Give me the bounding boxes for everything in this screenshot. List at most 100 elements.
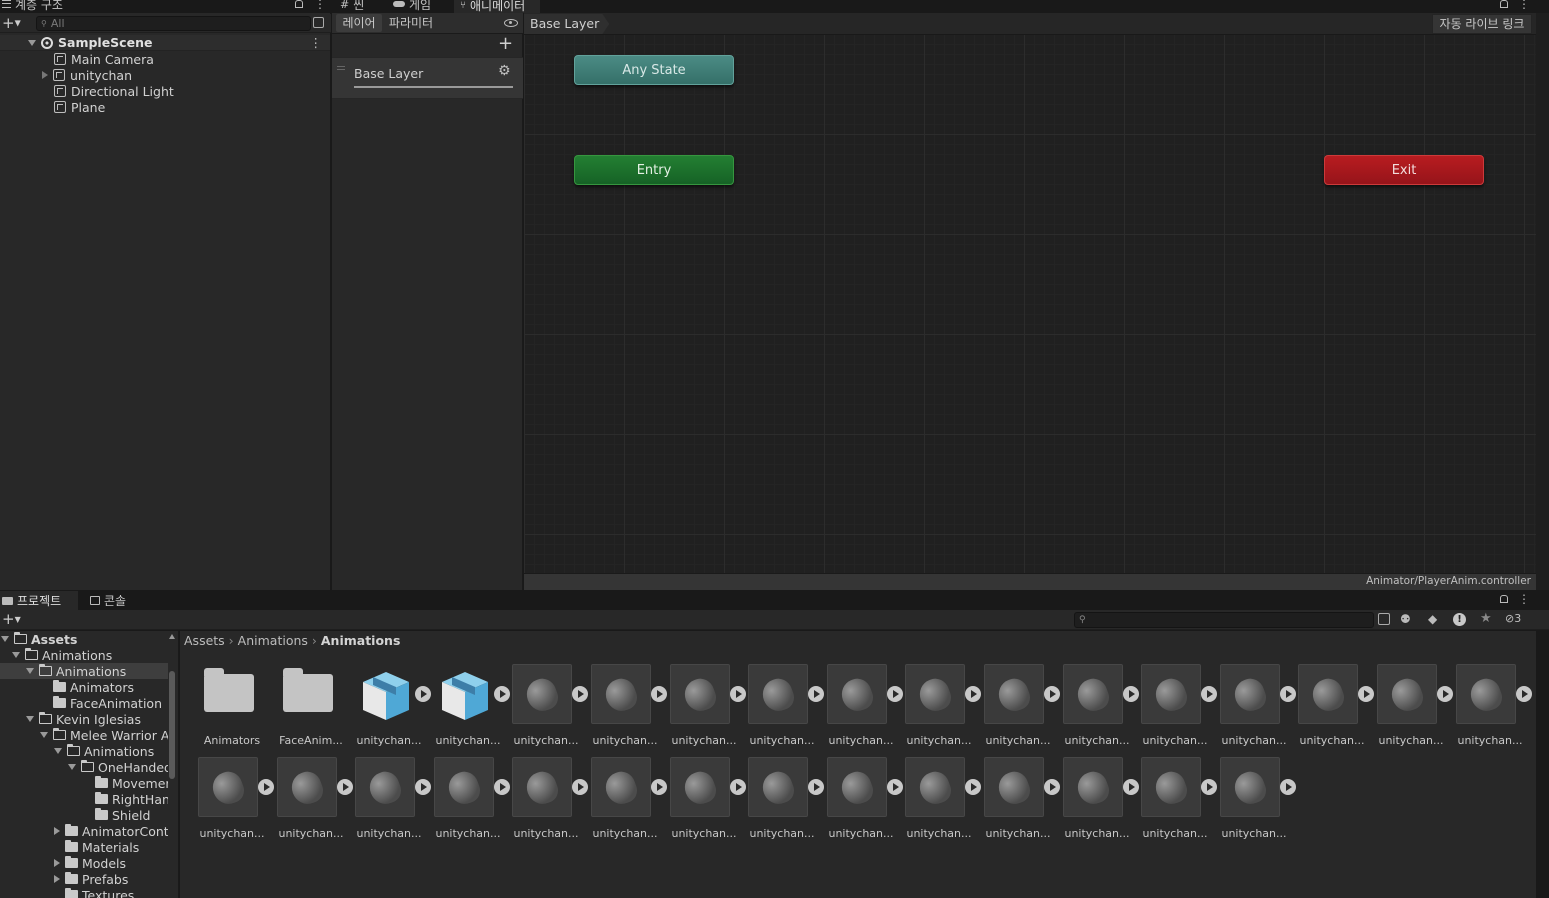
asset-item[interactable]: unitychan... [275, 757, 353, 843]
play-icon[interactable] [415, 686, 431, 702]
tree-item[interactable]: Textures [0, 887, 168, 898]
tree-item[interactable]: Animations [0, 647, 168, 663]
asset-item[interactable]: unitychan... [1061, 757, 1139, 843]
asset-item[interactable]: unitychan... [353, 664, 431, 750]
more-menu-icon[interactable]: ⋮ [1518, 0, 1530, 10]
tree-item[interactable]: Movemer [0, 775, 168, 791]
play-icon[interactable] [337, 779, 353, 795]
asset-item[interactable]: unitychan... [1296, 664, 1374, 750]
expand-arrow-icon[interactable] [26, 716, 34, 722]
search-by-type-icon[interactable] [1378, 613, 1390, 625]
play-icon[interactable] [494, 686, 510, 702]
tab-console[interactable]: 콘솔 [90, 591, 126, 610]
play-icon[interactable] [1044, 779, 1060, 795]
asset-item[interactable]: unitychan... [1061, 664, 1139, 750]
tree-item[interactable]: Prefabs [0, 871, 168, 887]
tree-item[interactable]: Kevin Iglesias [0, 711, 168, 727]
tab-hierarchy[interactable]: 계층 구조 [2, 0, 63, 12]
tree-item[interactable]: Animators [0, 679, 168, 695]
favorite-star-icon[interactable]: ★ [1480, 611, 1492, 626]
play-icon[interactable] [258, 779, 274, 795]
exit-node[interactable]: Exit [1324, 155, 1484, 185]
asset-item[interactable]: unitychan... [982, 664, 1060, 750]
tab-scene[interactable]: # 씬 [340, 0, 364, 12]
lock-icon[interactable] [1500, 595, 1508, 603]
expand-arrow-icon[interactable] [54, 827, 60, 835]
play-icon[interactable] [415, 779, 431, 795]
play-icon[interactable] [1201, 686, 1217, 702]
graph-breadcrumb[interactable]: Base Layer [524, 14, 610, 34]
asset-item[interactable]: unitychan... [668, 757, 746, 843]
filter-by-type-icon[interactable]: ⚉ [1400, 612, 1411, 626]
play-icon[interactable] [572, 779, 588, 795]
tree-item[interactable]: AnimatorCont [0, 823, 168, 839]
gear-icon[interactable]: ⚙ [498, 63, 511, 79]
expand-arrow-icon[interactable] [54, 748, 62, 754]
asset-item[interactable]: unitychan... [903, 664, 981, 750]
expand-arrow-icon[interactable] [68, 764, 76, 770]
asset-item[interactable]: unitychan... [746, 757, 824, 843]
entry-node[interactable]: Entry [574, 155, 734, 185]
tree-item[interactable]: FaceAnimation [0, 695, 168, 711]
tree-item[interactable]: Assets [0, 631, 168, 647]
asset-item[interactable]: unitychan... [1454, 664, 1532, 750]
tree-item-selected[interactable]: Animations [0, 663, 168, 679]
scroll-up-arrow-icon[interactable] [169, 634, 175, 639]
play-icon[interactable] [1358, 686, 1374, 702]
tab-game[interactable]: 게임 [393, 0, 431, 12]
play-icon[interactable] [1280, 779, 1296, 795]
create-asset-button[interactable]: +▼ [2, 611, 21, 628]
tab-layers[interactable]: 레이어 [336, 14, 382, 32]
asset-item[interactable]: unitychan... [1218, 757, 1296, 843]
warning-filter-icon[interactable]: ! [1453, 613, 1466, 626]
add-object-button[interactable]: +▼ [2, 15, 26, 31]
tree-scrollbar[interactable] [169, 671, 175, 779]
hidden-packages-toggle[interactable]: ⊘3 [1505, 612, 1521, 625]
tree-item[interactable]: RightHan [0, 791, 168, 807]
asset-item[interactable]: unitychan... [903, 757, 981, 843]
expand-arrow-icon[interactable] [26, 668, 34, 674]
expand-arrow-icon[interactable] [12, 652, 20, 658]
play-icon[interactable] [572, 686, 588, 702]
layer-item[interactable]: Base Layer ⚙ [332, 57, 523, 99]
play-icon[interactable] [1437, 686, 1453, 702]
asset-item[interactable]: unitychan... [589, 757, 667, 843]
tab-project[interactable]: 프로젝트 [0, 591, 78, 610]
expand-arrow-icon[interactable] [1, 636, 9, 642]
more-menu-icon[interactable]: ⋮ [1518, 593, 1530, 605]
tree-item[interactable]: OneHanded [0, 759, 168, 775]
add-layer-button[interactable]: + [498, 34, 513, 54]
tree-item[interactable]: Models [0, 855, 168, 871]
hierarchy-item[interactable]: unitychan [0, 67, 330, 83]
asset-item[interactable]: FaceAnim... [275, 664, 353, 750]
lock-icon[interactable] [295, 0, 303, 8]
breadcrumb-item-current[interactable]: Animations [321, 633, 401, 648]
play-icon[interactable] [965, 686, 981, 702]
play-icon[interactable] [1123, 686, 1139, 702]
expand-arrow-icon[interactable] [42, 71, 48, 79]
asset-item[interactable]: unitychan... [353, 757, 431, 843]
tab-parameters[interactable]: 파라미터 [384, 14, 438, 32]
breadcrumb-item[interactable]: Assets [184, 633, 225, 648]
asset-item[interactable]: unitychan... [825, 664, 903, 750]
tab-animator[interactable]: ⑂ 애니메이터 [454, 0, 540, 13]
breadcrumb-item[interactable]: Animations [238, 633, 308, 648]
scene-row[interactable]: SampleScene ⋮ [0, 35, 330, 51]
play-icon[interactable] [730, 686, 746, 702]
asset-item[interactable]: unitychan... [825, 757, 903, 843]
lock-icon[interactable] [1500, 0, 1508, 8]
scene-visibility-icon[interactable] [313, 17, 324, 28]
scene-more-icon[interactable]: ⋮ [310, 35, 323, 50]
project-search-input[interactable]: ⚲ [1074, 612, 1374, 628]
play-icon[interactable] [651, 686, 667, 702]
play-icon[interactable] [808, 779, 824, 795]
expand-arrow-icon[interactable] [28, 39, 36, 46]
asset-item[interactable]: unitychan... [1139, 664, 1217, 750]
hierarchy-item[interactable]: Plane [0, 99, 330, 115]
asset-item[interactable]: unitychan... [196, 757, 274, 843]
hierarchy-item[interactable]: Directional Light [0, 83, 330, 99]
expand-arrow-icon[interactable] [54, 875, 60, 883]
play-icon[interactable] [651, 779, 667, 795]
asset-item[interactable]: unitychan... [432, 664, 510, 750]
asset-item[interactable]: unitychan... [432, 757, 510, 843]
